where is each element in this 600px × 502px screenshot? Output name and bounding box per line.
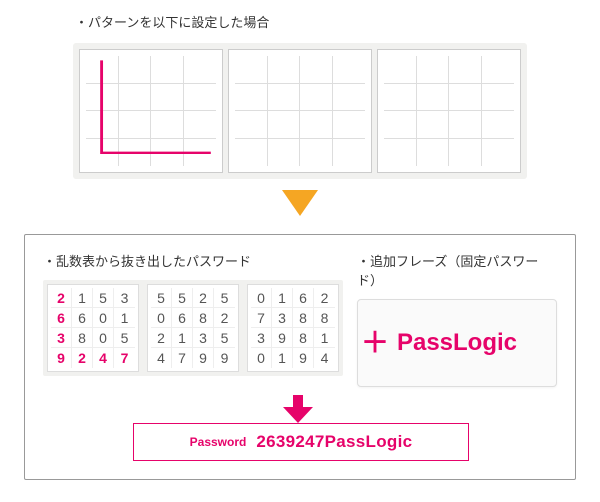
random-cell: 0 (251, 348, 272, 368)
random-cell: 8 (293, 328, 314, 348)
random-cell: 1 (272, 348, 293, 368)
random-cell: 0 (93, 308, 114, 328)
random-cell: 1 (72, 288, 93, 308)
pattern-section-label: ・パターンを以下に設定した場合 (75, 12, 527, 31)
random-cell: 5 (93, 288, 114, 308)
random-cell: 7 (172, 348, 193, 368)
random-cell: 9 (51, 348, 72, 368)
random-cell: 9 (214, 348, 235, 368)
random-cell: 3 (251, 328, 272, 348)
random-cell: 2 (51, 288, 72, 308)
random-grid-1: 2153660138059247 (47, 284, 139, 372)
random-cell: 2 (151, 328, 172, 348)
password-result-label: Password (190, 435, 247, 449)
random-cell: 6 (172, 308, 193, 328)
combine-arrow-icon (283, 395, 313, 425)
random-cell: 9 (272, 328, 293, 348)
random-cell: 4 (314, 348, 335, 368)
random-cell: 3 (51, 328, 72, 348)
phrase-label: ・追加フレーズ（固定パスワード） (357, 251, 557, 289)
random-cell: 5 (151, 288, 172, 308)
pattern-grids (73, 43, 527, 179)
random-cell: 7 (251, 308, 272, 328)
down-arrow-icon (282, 190, 318, 220)
random-cell: 0 (93, 328, 114, 348)
random-cell: 9 (193, 348, 214, 368)
password-result-value: 2639247PassLogic (256, 432, 412, 452)
random-cell: 2 (314, 288, 335, 308)
random-cell: 8 (193, 308, 214, 328)
random-cell: 8 (314, 308, 335, 328)
random-cell: 2 (72, 348, 93, 368)
random-grid-3: 0162738839810194 (247, 284, 339, 372)
random-cell: 0 (251, 288, 272, 308)
random-table-label: ・乱数表から抜き出したパスワード (43, 251, 343, 270)
random-cell: 7 (114, 348, 135, 368)
random-grid-2: 5525068221354799 (147, 284, 239, 372)
random-cell: 3 (193, 328, 214, 348)
pattern-section: ・パターンを以下に設定した場合 (73, 12, 527, 179)
random-cell: 2 (193, 288, 214, 308)
random-cell: 4 (151, 348, 172, 368)
random-cell: 1 (314, 328, 335, 348)
random-cell: 1 (114, 308, 135, 328)
random-cell: 5 (114, 328, 135, 348)
random-cell: 8 (293, 308, 314, 328)
pattern-grid-2 (228, 49, 372, 173)
result-section: ・乱数表から抜き出したパスワード 2153660138059247 552506… (24, 234, 576, 480)
random-cell: 4 (93, 348, 114, 368)
random-cell: 9 (293, 348, 314, 368)
random-cell: 1 (172, 328, 193, 348)
random-cell: 8 (72, 328, 93, 348)
random-cell: 3 (272, 308, 293, 328)
plus-icon: ＋ (361, 321, 389, 361)
random-tables: 2153660138059247 5525068221354799 016273… (43, 280, 343, 376)
random-cell: 6 (51, 308, 72, 328)
random-cell: 6 (72, 308, 93, 328)
random-cell: 2 (214, 308, 235, 328)
random-cell: 3 (114, 288, 135, 308)
random-cell: 0 (151, 308, 172, 328)
random-cell: 1 (272, 288, 293, 308)
pattern-grid-1 (79, 49, 223, 173)
password-result-box: Password 2639247PassLogic (133, 423, 469, 461)
random-cell: 5 (172, 288, 193, 308)
random-cell: 5 (214, 288, 235, 308)
pattern-grid-3 (377, 49, 521, 173)
random-cell: 5 (214, 328, 235, 348)
random-cell: 6 (293, 288, 314, 308)
